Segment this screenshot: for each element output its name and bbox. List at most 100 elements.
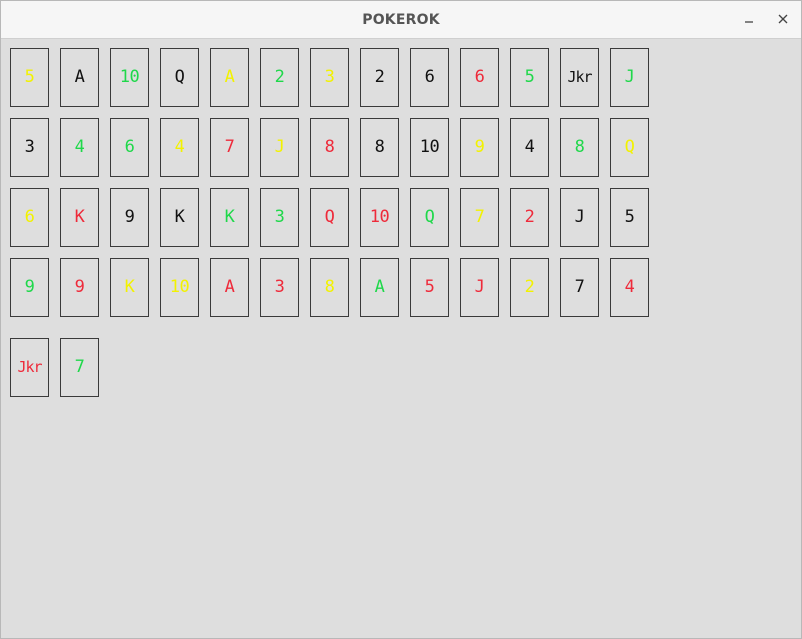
- card-label: 7: [574, 277, 585, 297]
- card-board: 5 A 10 Q A 2 3 2 6 6 5 Jkr J 3 4 6 4 7 J 8 8 10 9 4 8 Q 6 K 9 K K 3 Q 10 Q…: [1, 39, 801, 638]
- card-label: 7: [74, 357, 85, 377]
- card-label: 2: [274, 67, 285, 87]
- card-label: K: [74, 207, 85, 227]
- card-label: 7: [224, 137, 235, 157]
- row-4-card-13[interactable]: 4: [610, 258, 649, 317]
- row-4-card-5[interactable]: A: [210, 258, 249, 317]
- card-label: Q: [424, 207, 435, 227]
- card-label: 6: [124, 137, 135, 157]
- row-2-card-12[interactable]: 8: [560, 118, 599, 177]
- row-1-card-9[interactable]: 6: [410, 48, 449, 107]
- row-2-card-10[interactable]: 9: [460, 118, 499, 177]
- row-4-card-12[interactable]: 7: [560, 258, 599, 317]
- row-1-card-5[interactable]: A: [210, 48, 249, 107]
- close-icon: [778, 14, 788, 24]
- card-label: 8: [324, 277, 335, 297]
- card-label: 5: [24, 67, 35, 87]
- row-1-card-8[interactable]: 2: [360, 48, 399, 107]
- row-3-card-3[interactable]: 9: [110, 188, 149, 247]
- row-2-card-7[interactable]: 8: [310, 118, 349, 177]
- card-label: 10: [169, 277, 190, 297]
- card-label: 6: [424, 67, 435, 87]
- row-3-card-9[interactable]: Q: [410, 188, 449, 247]
- card-label: 4: [174, 137, 185, 157]
- row-2-card-4[interactable]: 4: [160, 118, 199, 177]
- row-4-card-9[interactable]: 5: [410, 258, 449, 317]
- close-button[interactable]: [771, 7, 795, 31]
- card-label: J: [624, 67, 635, 87]
- row-3-card-8[interactable]: 10: [360, 188, 399, 247]
- row-1-card-3[interactable]: 10: [110, 48, 149, 107]
- card-label: 4: [74, 137, 85, 157]
- card-label: K: [124, 277, 135, 297]
- row-3-card-7[interactable]: Q: [310, 188, 349, 247]
- card-label: A: [224, 67, 235, 87]
- hand-card-2[interactable]: 7: [60, 338, 99, 397]
- minimize-icon: [745, 21, 753, 23]
- row-2-card-9[interactable]: 10: [410, 118, 449, 177]
- row-4-card-8[interactable]: A: [360, 258, 399, 317]
- card-label: Jkr: [567, 68, 592, 86]
- row-1-card-2[interactable]: A: [60, 48, 99, 107]
- row-3-card-13[interactable]: 5: [610, 188, 649, 247]
- window-title: POKEROK: [362, 11, 440, 28]
- card-label: 5: [424, 277, 435, 297]
- card-label: 9: [74, 277, 85, 297]
- row-4-card-6[interactable]: 3: [260, 258, 299, 317]
- row-1-card-12[interactable]: Jkr: [560, 48, 599, 107]
- card-label: 10: [119, 67, 140, 87]
- row-4-card-1[interactable]: 9: [10, 258, 49, 317]
- row-3-card-5[interactable]: K: [210, 188, 249, 247]
- row-1-card-7[interactable]: 3: [310, 48, 349, 107]
- hand-card-1[interactable]: Jkr: [10, 338, 49, 397]
- row-2-card-8[interactable]: 8: [360, 118, 399, 177]
- row-1-card-4[interactable]: Q: [160, 48, 199, 107]
- card-label: 4: [624, 277, 635, 297]
- row-2-card-2[interactable]: 4: [60, 118, 99, 177]
- card-label: K: [174, 207, 185, 227]
- row-1-card-13[interactable]: J: [610, 48, 649, 107]
- row-2-card-5[interactable]: 7: [210, 118, 249, 177]
- row-2-card-6[interactable]: J: [260, 118, 299, 177]
- card-label: K: [224, 207, 235, 227]
- row-3-card-12[interactable]: J: [560, 188, 599, 247]
- title-bar[interactable]: POKEROK: [1, 1, 801, 39]
- row-2-card-1[interactable]: 3: [10, 118, 49, 177]
- row-3-card-10[interactable]: 7: [460, 188, 499, 247]
- card-label: 4: [524, 137, 535, 157]
- card-label: 5: [524, 67, 535, 87]
- card-label: Jkr: [17, 358, 42, 376]
- row-2-card-11[interactable]: 4: [510, 118, 549, 177]
- row-2-card-3[interactable]: 6: [110, 118, 149, 177]
- card-label: 8: [374, 137, 385, 157]
- row-4-card-4[interactable]: 10: [160, 258, 199, 317]
- row-3-card-2[interactable]: K: [60, 188, 99, 247]
- card-label: 3: [324, 67, 335, 87]
- row-1-card-10[interactable]: 6: [460, 48, 499, 107]
- card-label: 2: [524, 207, 535, 227]
- row-4-card-11[interactable]: 2: [510, 258, 549, 317]
- row-4-card-10[interactable]: J: [460, 258, 499, 317]
- card-label: J: [574, 207, 585, 227]
- row-2-card-13[interactable]: Q: [610, 118, 649, 177]
- row-1-card-11[interactable]: 5: [510, 48, 549, 107]
- row-3-card-1[interactable]: 6: [10, 188, 49, 247]
- card-label: 3: [274, 207, 285, 227]
- row-3-card-6[interactable]: 3: [260, 188, 299, 247]
- card-label: 3: [24, 137, 35, 157]
- row-3-card-4[interactable]: K: [160, 188, 199, 247]
- row-4-card-3[interactable]: K: [110, 258, 149, 317]
- minimize-button[interactable]: [737, 7, 761, 31]
- row-1-card-6[interactable]: 2: [260, 48, 299, 107]
- card-label: Q: [324, 207, 335, 227]
- row-4-card-7[interactable]: 8: [310, 258, 349, 317]
- card-label: Q: [174, 67, 185, 87]
- card-label: 10: [369, 207, 390, 227]
- card-label: 8: [324, 137, 335, 157]
- row-1-card-1[interactable]: 5: [10, 48, 49, 107]
- card-label: A: [374, 277, 385, 297]
- card-label: J: [474, 277, 485, 297]
- row-4-card-2[interactable]: 9: [60, 258, 99, 317]
- card-label: 5: [624, 207, 635, 227]
- row-3-card-11[interactable]: 2: [510, 188, 549, 247]
